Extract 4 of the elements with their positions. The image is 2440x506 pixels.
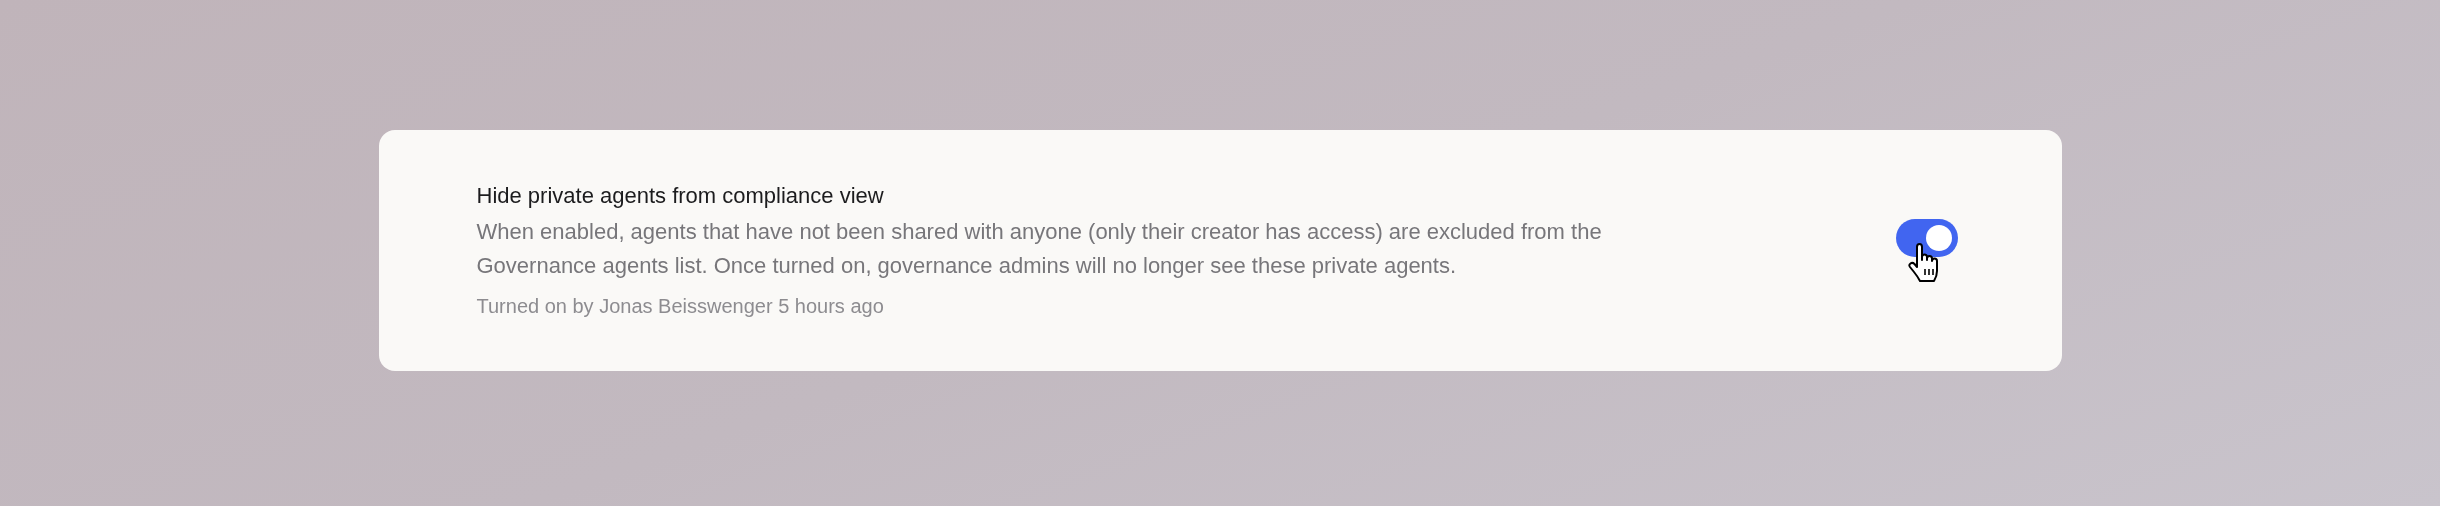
toggle-switch[interactable]	[1895, 219, 1958, 257]
setting-description: When enabled, agents that have not been shared with anyone (only their creator has access) are excluded from the Governance agents list. Once turned on, governance admins will no longer see these private agents.	[476, 217, 1603, 280]
setting-title: Hide private agents from compliance view	[476, 182, 885, 209]
setting-meta: Turned on by Jonas Beisswenger 5 hours ago	[476, 294, 885, 318]
